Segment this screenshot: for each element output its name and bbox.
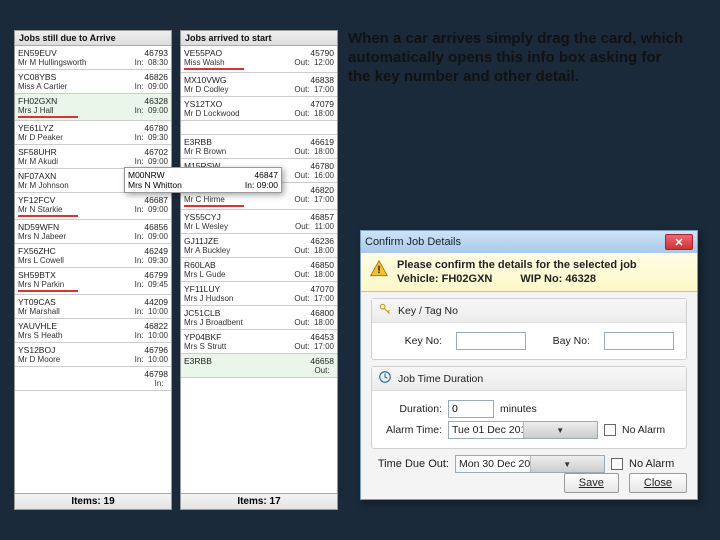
card-time: 09:00 xyxy=(257,180,278,190)
banner-instruction: Please confirm the details for the selec… xyxy=(397,259,637,271)
job-card[interactable]: JC51CLB46800Mrs J BroadbentOut: 18:00 xyxy=(181,306,337,330)
column-body-arrived[interactable]: VE55PAO45790Miss WalshOut: 12:00MX10VWG4… xyxy=(181,46,337,496)
vehicle-label: Vehicle: xyxy=(397,273,439,285)
job-card[interactable]: FX56ZHC46249Mrs L CowellIn: 09:30 xyxy=(15,244,171,268)
dialog-title: Confirm Job Details xyxy=(365,236,665,248)
card-customer: Mrs N Whitton xyxy=(128,180,182,190)
job-card[interactable]: YT09CAS44209Mr MarshallIn: 10:00 xyxy=(15,295,171,319)
duration-label: Duration: xyxy=(380,403,442,415)
footer-label: Items: xyxy=(71,496,100,507)
job-card[interactable]: EN59EUV46793Mr M HullingsworthIn: 08:30 xyxy=(15,46,171,70)
column-body-due[interactable]: EN59EUV46793Mr M HullingsworthIn: 08:30Y… xyxy=(15,46,171,496)
no-alarm-checkbox-2[interactable] xyxy=(611,458,623,470)
save-button[interactable]: Save xyxy=(564,473,619,493)
footer-label: Items: xyxy=(237,496,266,507)
card-number: 46847 xyxy=(254,170,278,180)
chevron-down-icon[interactable]: ▼ xyxy=(523,422,598,438)
job-card[interactable] xyxy=(181,121,337,135)
job-card[interactable]: SH59BTX46799Mrs N ParkinIn: 09:45 xyxy=(15,268,171,295)
key-no-input[interactable] xyxy=(456,332,526,350)
job-card[interactable]: VE55PAO45790Miss WalshOut: 12:00 xyxy=(181,46,337,73)
key-no-label: Key No: xyxy=(380,335,442,347)
job-card[interactable]: SF58UHR46702Mr M AkudiIn: 09:00 xyxy=(15,145,171,169)
clock-icon xyxy=(378,370,392,387)
job-card[interactable]: YS12TXO47079Mr D LockwoodOut: 18:00 xyxy=(181,97,337,121)
job-card[interactable]: YP04BKF46453Mrs S StruttOut: 17:00 xyxy=(181,330,337,354)
bay-no-label: Bay No: xyxy=(540,335,590,347)
duration-input[interactable] xyxy=(448,400,494,418)
close-button[interactable]: ✕ xyxy=(665,234,693,250)
alarm-label: Alarm Time: xyxy=(380,424,442,436)
footer-count: 17 xyxy=(270,496,281,507)
card-dir: In: xyxy=(245,180,254,190)
job-card[interactable]: YS55CYJ46857Mr L WesleyOut: 11:00 xyxy=(181,210,337,234)
column-jobs-due: Jobs still due to Arrive EN59EUV46793Mr … xyxy=(14,30,172,510)
no-alarm-label-2: No Alarm xyxy=(629,458,674,470)
dialog-banner: Please confirm the details for the selec… xyxy=(361,253,697,292)
close-button-bottom[interactable]: Close xyxy=(629,473,687,493)
alarm-time-value: Tue 01 Dec 2013 17:00 xyxy=(449,424,523,436)
job-card[interactable]: R60LAB46850Mrs L GudeOut: 18:00 xyxy=(181,258,337,282)
bay-no-input[interactable] xyxy=(604,332,674,350)
duration-unit: minutes xyxy=(500,403,537,415)
key-icon xyxy=(378,302,392,319)
section-time: Job Time Duration Duration: minutes Alar… xyxy=(371,366,687,449)
job-card[interactable]: YF12FCV46687Mr N StarkieIn: 09:00 xyxy=(15,193,171,220)
confirm-job-dialog: Confirm Job Details ✕ Please confirm the… xyxy=(360,230,698,500)
job-card[interactable]: YAUVHLE46822Mrs S HeathIn: 10:00 xyxy=(15,319,171,343)
warning-icon xyxy=(369,259,389,279)
instruction-caption: When a car arrives simply drag the card,… xyxy=(348,30,688,86)
job-card[interactable]: YE61LYZ46780Mr D PeakerIn: 09:30 xyxy=(15,121,171,145)
dragging-card[interactable]: M00NRW 46847 Mrs N Whitton In: 09:00 xyxy=(124,167,282,193)
column-header-due: Jobs still due to Arrive xyxy=(15,31,171,46)
vehicle-value: FH02GXN xyxy=(442,273,493,285)
column-jobs-arrived: Jobs arrived to start VE55PAO45790Miss W… xyxy=(180,30,338,510)
footer-count: 19 xyxy=(104,496,115,507)
time-due-out-dropdown[interactable]: Mon 30 Dec 2013 15:00 ▼ xyxy=(455,455,605,473)
chevron-down-icon[interactable]: ▼ xyxy=(530,456,605,472)
job-card[interactable]: ND59WFN46856Mrs N JabeerIn: 09:00 xyxy=(15,220,171,244)
job-card[interactable]: YC08YBS46826Miss A CartierIn: 09:00 xyxy=(15,70,171,94)
wip-label: WIP No: xyxy=(520,273,562,285)
job-card[interactable]: E3RBB46658Out: xyxy=(181,354,337,378)
job-card[interactable]: FH02GXN46328Mrs J HallIn: 09:00 xyxy=(15,94,171,121)
column-footer-due: Items: 19 xyxy=(15,493,171,509)
dialog-titlebar[interactable]: Confirm Job Details ✕ xyxy=(361,231,697,253)
no-alarm-label: No Alarm xyxy=(622,424,665,436)
column-footer-arrived: Items: 17 xyxy=(181,493,337,509)
job-card[interactable]: 46798In: xyxy=(15,367,171,391)
section-time-title: Job Time Duration xyxy=(398,373,483,385)
card-reg: M00NRW xyxy=(128,170,165,180)
no-alarm-checkbox[interactable] xyxy=(604,424,616,436)
job-card[interactable]: E3RBB46619Mr R BrownOut: 18:00 xyxy=(181,135,337,159)
job-card[interactable]: YS12BOJ46796Mr D MooreIn: 10:00 xyxy=(15,343,171,367)
time-due-out-label: Time Due Out: xyxy=(375,458,449,470)
wip-value: 46328 xyxy=(565,273,596,285)
section-key-title: Key / Tag No xyxy=(398,305,458,317)
job-card[interactable]: GJ11JZE46236Mr A BuckleyOut: 18:00 xyxy=(181,234,337,258)
alarm-time-dropdown[interactable]: Tue 01 Dec 2013 17:00 ▼ xyxy=(448,421,598,439)
section-key: Key / Tag No Key No: Bay No: xyxy=(371,298,687,360)
column-header-arrived: Jobs arrived to start xyxy=(181,31,337,46)
job-card[interactable]: YF11LUY47070Mrs J HudsonOut: 17:00 xyxy=(181,282,337,306)
job-card[interactable]: MX10VWG46838Mr D CodleyOut: 17:00 xyxy=(181,73,337,97)
time-due-out-value: Mon 30 Dec 2013 15:00 xyxy=(456,458,530,470)
